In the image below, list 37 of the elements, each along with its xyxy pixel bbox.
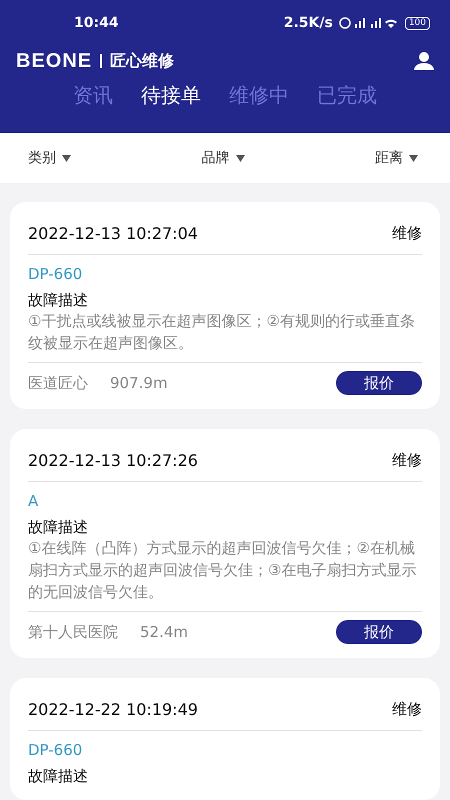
device-model: A bbox=[28, 492, 40, 510]
device-model: DP-660 bbox=[28, 265, 84, 283]
hospital-name: 医道匠心 bbox=[28, 374, 88, 392]
device-model: DP-660 bbox=[28, 741, 84, 759]
app-title: 匠心维修 bbox=[110, 50, 174, 72]
filter-dropdown[interactable]: 类别 bbox=[28, 149, 71, 167]
order-card[interactable]: 2022-12-13 10:27:26 维修 A 故障描述 ①在线阵（凸阵）方式显示的超声回波信号欠佳；②在机械扇扫方式显示的超声回波信号欠佳；③在电子扇扫方式显示的无回波信号欠佳。 第十人民医院 52.4m 报价 bbox=[10, 429, 440, 658]
hospital-name: 第十人民医院 bbox=[28, 622, 118, 642]
order-type: 维修 bbox=[392, 700, 422, 718]
brand-logo: BEONE bbox=[16, 50, 92, 72]
filter-dropdown[interactable]: 距离 bbox=[375, 149, 418, 167]
quote-button[interactable]: 报价 bbox=[336, 620, 422, 644]
fault-heading: 故障描述 bbox=[28, 518, 89, 537]
order-card[interactable]: 2022-12-22 10:19:49 维修 DP-660 故障描述 bbox=[10, 678, 440, 800]
caret-icon bbox=[62, 154, 71, 162]
caret-icon bbox=[409, 154, 418, 162]
order-type: 维修 bbox=[392, 224, 422, 242]
fault-description: ①在线阵（凸阵）方式显示的超声回波信号欠佳；②在机械扇扫方式显示的超声回波信号欠佳；③在电子扇扫方式显示的无回波信号欠佳。 bbox=[28, 537, 422, 612]
fault-heading: 故障描述 bbox=[28, 291, 89, 310]
order-time: 2022-12-13 10:27:26 bbox=[28, 450, 198, 470]
status-time: 10:44 bbox=[74, 15, 119, 31]
signal-icon bbox=[338, 16, 399, 30]
order-card[interactable]: 2022-12-13 10:27:04 维修 DP-660 故障描述 ①干扰点或线被显示在超声图像区；②有规则的行或垂直条纹被显示在超声图像区。 医道匠心 907.9m 报价 bbox=[10, 202, 440, 409]
network-speed: 2.5K/s bbox=[284, 15, 333, 31]
order-type: 维修 bbox=[392, 450, 422, 470]
fault-heading: 故障描述 bbox=[28, 767, 89, 786]
caret-icon bbox=[236, 154, 244, 162]
fault-description: ①干扰点或线被显示在超声图像区；②有规则的行或垂直条纹被显示在超声图像区。 bbox=[28, 310, 422, 363]
filter-dropdown[interactable]: 品牌 bbox=[202, 149, 244, 167]
battery-level: 100 bbox=[404, 16, 430, 30]
order-time: 2022-12-13 10:27:04 bbox=[28, 224, 198, 242]
quote-button[interactable]: 报价 bbox=[336, 371, 422, 395]
order-time: 2022-12-22 10:19:49 bbox=[28, 700, 198, 718]
distance: 52.4m bbox=[140, 623, 188, 641]
tab[interactable]: 待接单 bbox=[141, 82, 201, 109]
user-icon[interactable] bbox=[414, 52, 434, 70]
distance: 907.9m bbox=[110, 374, 168, 392]
